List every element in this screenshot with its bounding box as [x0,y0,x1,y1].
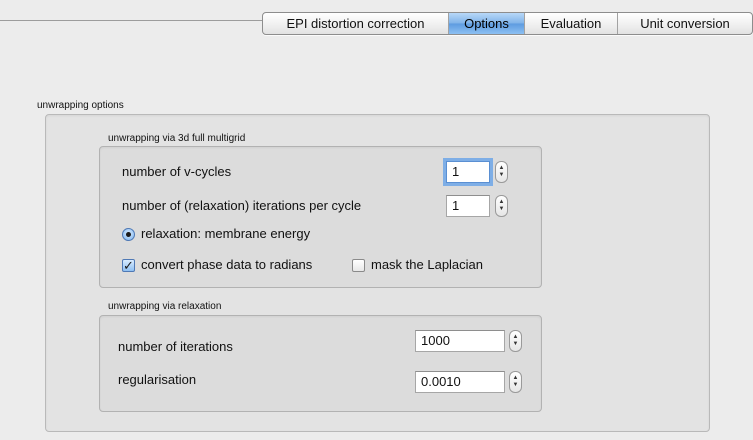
number-of-iterations-input[interactable]: 1000 [415,330,505,352]
radio-selected-icon [126,232,131,237]
multigrid-group-title: unwrapping via 3d full multigrid [108,133,246,144]
convert-to-radians-checkbox[interactable]: ✓ [122,259,135,272]
relaxation-membrane-label: relaxation: membrane energy [141,226,311,241]
vcycles-stepper[interactable]: ▲ ▼ [495,161,508,183]
iterations-per-cycle-stepper[interactable]: ▲ ▼ [495,195,508,217]
convert-to-radians-label: convert phase data to radians [141,257,313,272]
unwrapping-options-title: unwrapping options [37,100,124,111]
stepper-up-icon: ▲ [498,165,505,171]
stepper-down-icon: ▼ [498,172,505,178]
stepper-up-icon: ▲ [512,334,519,340]
tab-evaluation[interactable]: Evaluation [524,13,617,34]
stepper-up-icon: ▲ [512,375,519,381]
mask-laplacian-checkbox[interactable] [352,259,365,272]
checkmark-icon: ✓ [123,258,134,273]
stepper-down-icon: ▼ [512,341,519,347]
mask-laplacian-label: mask the Laplacian [371,257,484,272]
vcycles-input[interactable]: 1 [446,161,490,183]
number-of-iterations-label: number of iterations [118,339,233,354]
tab-options[interactable]: Options [448,13,524,34]
vcycles-label: number of v-cycles [122,164,232,179]
stepper-down-icon: ▼ [512,382,519,388]
tab-epi-distortion-correction[interactable]: EPI distortion correction [263,13,448,34]
relaxation-membrane-radio[interactable] [122,228,135,241]
iterations-per-cycle-label: number of (relaxation) iterations per cy… [122,198,362,213]
stepper-down-icon: ▼ [498,206,505,212]
regularisation-input[interactable]: 0.0010 [415,371,505,393]
iterations-per-cycle-input[interactable]: 1 [446,195,490,217]
tab-bar: EPI distortion correction Options Evalua… [262,12,753,35]
number-of-iterations-stepper[interactable]: ▲ ▼ [509,330,522,352]
regularisation-stepper[interactable]: ▲ ▼ [509,371,522,393]
relaxation-group-title: unwrapping via relaxation [108,301,222,312]
regularisation-label: regularisation [118,372,197,387]
tab-unit-conversion[interactable]: Unit conversion [617,13,752,34]
stepper-up-icon: ▲ [498,199,505,205]
